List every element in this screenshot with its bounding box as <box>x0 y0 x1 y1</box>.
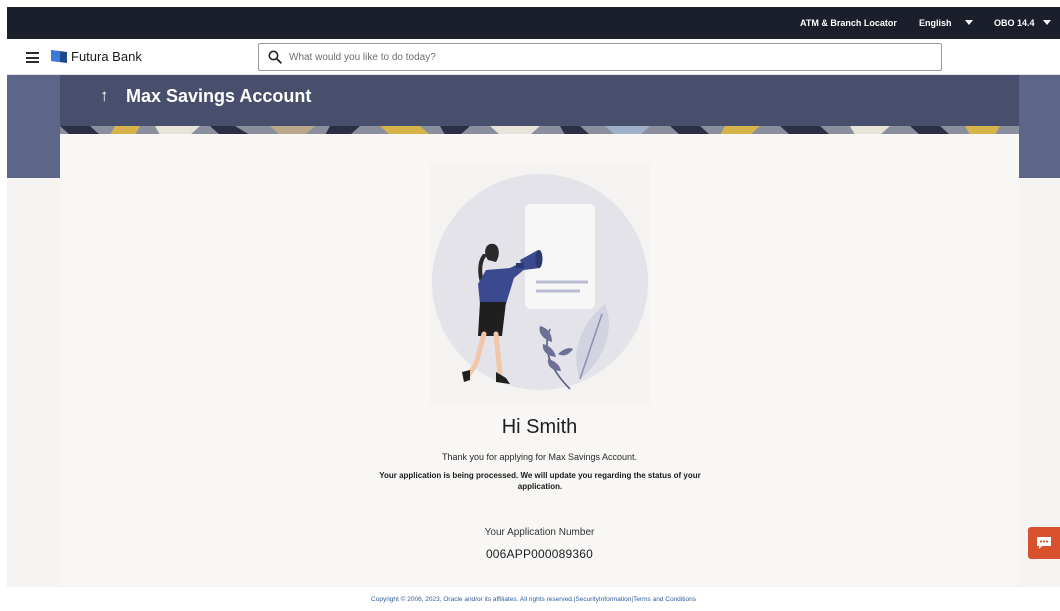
application-number-value: 006APP000089360 <box>485 547 594 561</box>
search-input[interactable] <box>289 46 929 68</box>
hamburger-icon[interactable] <box>26 52 39 63</box>
chat-icon <box>1037 537 1051 549</box>
security-information-link[interactable]: SecurityInformation <box>575 596 631 603</box>
megaphone-woman-illustration <box>430 164 650 404</box>
version-label: OBO 14.4 <box>994 18 1035 28</box>
arrow-up-icon[interactable]: ↑ <box>100 86 109 106</box>
search-icon <box>268 50 282 64</box>
chat-button[interactable] <box>1028 527 1060 559</box>
thank-you-message: Thank you for applying for Max Savings A… <box>441 452 638 462</box>
page-footer: Copyright © 2006, 2023, Oracle and/or it… <box>7 587 1060 611</box>
atm-branch-locator-link[interactable]: ATM & Branch Locator <box>800 7 897 39</box>
page-title: Max Savings Account <box>126 86 312 106</box>
application-number-label: Your Application Number <box>484 527 595 538</box>
chevron-down-icon <box>964 20 973 25</box>
terms-conditions-link[interactable]: Terms and Conditions <box>633 596 696 603</box>
app-window: ATM & Branch Locator English OBO 14.4 Fu… <box>7 7 1060 611</box>
top-utility-bar: ATM & Branch Locator English OBO 14.4 <box>7 7 1060 39</box>
greeting-heading: Hi Smith <box>501 416 578 438</box>
version-selector[interactable]: OBO 14.4 <box>994 7 1051 39</box>
search-box[interactable] <box>258 43 942 71</box>
confirmation-card: Hi Smith Thank you for applying for Max … <box>60 134 1019 585</box>
copyright-text: Copyright © 2006, 2023, Oracle and/or it… <box>371 596 574 603</box>
bank-logo-icon <box>51 50 67 63</box>
language-selector[interactable]: English <box>919 7 973 39</box>
brand-name[interactable]: Futura Bank <box>71 39 142 75</box>
chevron-down-icon <box>1042 20 1051 25</box>
processing-message: Your application is being processed. We … <box>379 471 701 491</box>
main-header: Futura Bank <box>7 39 1060 75</box>
language-label: English <box>919 18 952 28</box>
